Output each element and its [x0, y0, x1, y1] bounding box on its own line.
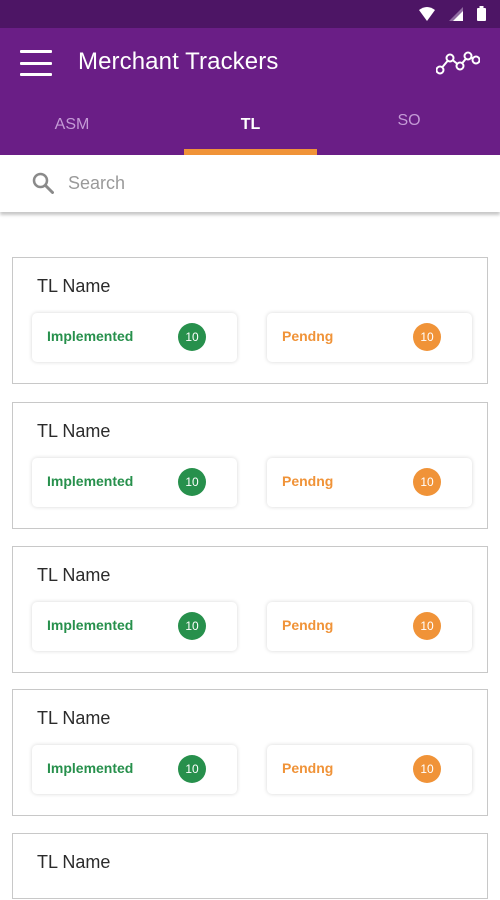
- tl-card[interactable]: TL Name: [12, 833, 488, 899]
- tl-card[interactable]: TL Name Implemented 10 Pendng 10: [12, 689, 488, 816]
- implemented-label: Implemented: [47, 473, 134, 489]
- signal-icon: [449, 6, 463, 21]
- implemented-chip[interactable]: Implemented 10: [32, 602, 237, 651]
- pending-count-badge: 10: [413, 612, 441, 640]
- implemented-chip[interactable]: Implemented 10: [32, 313, 237, 362]
- pending-chip[interactable]: Pendng 10: [267, 458, 472, 507]
- wifi-icon: [419, 6, 435, 21]
- tab-bar: ASM TL SO: [0, 100, 500, 155]
- tl-name: TL Name: [37, 565, 111, 585]
- menu-button[interactable]: [20, 50, 52, 76]
- implemented-label: Implemented: [47, 760, 134, 776]
- pending-label: Pendng: [282, 328, 334, 344]
- tab-asm[interactable]: ASM: [0, 100, 144, 155]
- page-title: Merchant Trackers: [78, 48, 279, 75]
- tab-so[interactable]: SO: [350, 100, 468, 155]
- tab-tl[interactable]: TL: [184, 100, 317, 155]
- implemented-count-badge: 10: [178, 468, 206, 496]
- menu-icon: [20, 50, 52, 53]
- battery-icon: [477, 6, 486, 21]
- search-input[interactable]: [68, 167, 468, 199]
- status-bar: [0, 0, 500, 28]
- tl-card[interactable]: TL Name Implemented 10 Pendng 10: [12, 546, 488, 673]
- pending-chip[interactable]: Pendng 10: [267, 745, 472, 794]
- app-bar: Merchant Trackers ASM TL SO: [0, 28, 500, 155]
- pending-label: Pendng: [282, 617, 334, 633]
- pending-label: Pendng: [282, 473, 334, 489]
- pending-chip[interactable]: Pendng 10: [267, 313, 472, 362]
- tl-name: TL Name: [37, 276, 111, 296]
- pending-chip[interactable]: Pendng 10: [267, 602, 472, 651]
- tl-card[interactable]: TL Name Implemented 10 Pendng 10: [12, 402, 488, 529]
- pending-count-badge: 10: [413, 468, 441, 496]
- implemented-label: Implemented: [47, 617, 134, 633]
- status-icons: [419, 6, 486, 21]
- tl-name: TL Name: [37, 852, 111, 872]
- pending-label: Pendng: [282, 760, 334, 776]
- implemented-count-badge: 10: [178, 323, 206, 351]
- implemented-count-badge: 10: [178, 612, 206, 640]
- implemented-count-badge: 10: [178, 755, 206, 783]
- search-bar: [0, 155, 500, 212]
- tl-card[interactable]: TL Name Implemented 10 Pendng 10: [12, 257, 488, 384]
- pending-count-badge: 10: [413, 323, 441, 351]
- tl-name: TL Name: [37, 708, 111, 728]
- implemented-label: Implemented: [47, 328, 134, 344]
- implemented-chip[interactable]: Implemented 10: [32, 745, 237, 794]
- implemented-chip[interactable]: Implemented 10: [32, 458, 237, 507]
- trend-icon[interactable]: [436, 50, 480, 76]
- search-icon: [32, 172, 54, 194]
- tl-name: TL Name: [37, 421, 111, 441]
- pending-count-badge: 10: [413, 755, 441, 783]
